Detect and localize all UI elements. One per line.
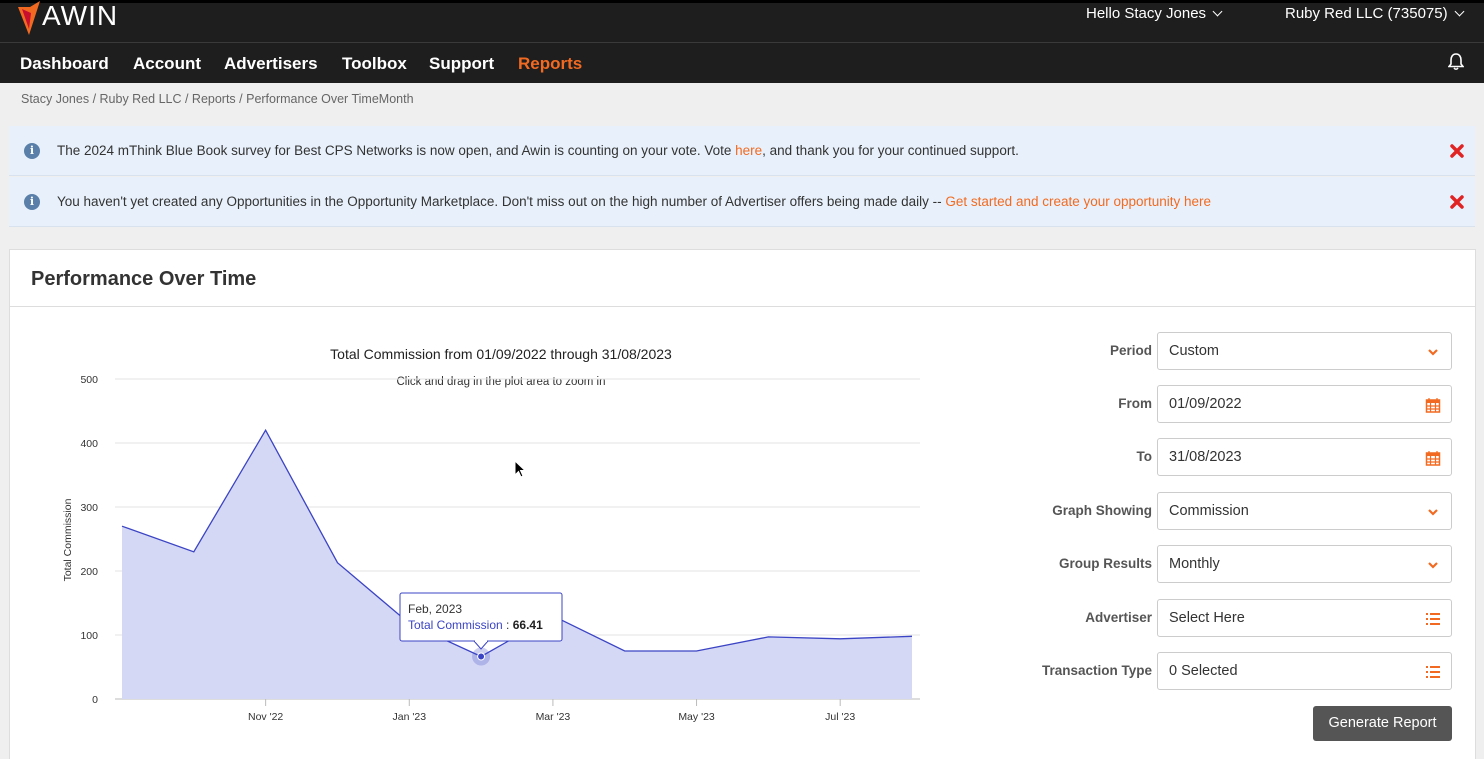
group-results-label: Group Results	[1058, 556, 1152, 571]
close-icon[interactable]	[1449, 143, 1465, 159]
generate-report-button[interactable]: Generate Report	[1313, 706, 1452, 741]
tooltip-separator: :	[503, 618, 513, 632]
x-tick-label: Jan '23	[393, 711, 427, 723]
mouse-cursor-icon	[514, 460, 527, 478]
from-label: From	[1118, 396, 1152, 411]
graph-showing-row: Graph Showing Commission	[1030, 492, 1470, 530]
to-date-field[interactable]: 31/08/2023	[1157, 438, 1452, 476]
y-tick-label: 100	[80, 630, 98, 642]
y-tick-label: 300	[80, 502, 98, 514]
period-label: Period	[1109, 343, 1152, 358]
period-row: Period Custom	[1030, 332, 1470, 370]
group-results-value: Monthly	[1169, 556, 1220, 572]
close-icon[interactable]	[1449, 194, 1465, 210]
tooltip-series: Total Commission : 66.41	[408, 618, 543, 632]
x-tick-label: Jul '23	[825, 711, 855, 723]
period-select[interactable]: Custom	[1157, 332, 1452, 370]
y-tick-label: 500	[80, 374, 98, 386]
advertiser-value: Select Here	[1169, 610, 1245, 626]
group-results-row: Group Results Monthly	[1030, 545, 1470, 583]
transaction-type-label: Transaction Type	[1041, 663, 1152, 678]
y-tick-label: 400	[80, 438, 98, 450]
list-icon	[1426, 666, 1440, 678]
account-name: Ruby Red LLC (735075)	[1285, 5, 1448, 22]
x-tick-label: Nov '22	[248, 711, 283, 723]
chart-tooltip: Feb, 2023 Total Commission : 66.41	[399, 592, 563, 650]
transaction-type-row: Transaction Type 0 Selected	[1030, 652, 1470, 690]
advertiser-row: Advertiser Select Here	[1030, 599, 1470, 637]
to-row: To 31/08/2023	[1030, 438, 1470, 476]
to-date-value: 31/08/2023	[1169, 449, 1242, 465]
y-tick-label: 0	[92, 694, 98, 706]
advertiser-label: Advertiser	[1085, 610, 1152, 625]
chevron-down-icon	[1428, 509, 1438, 516]
graph-showing-label: Graph Showing	[1052, 503, 1152, 518]
tooltip-value: 66.41	[513, 618, 543, 632]
advertiser-select[interactable]: Select Here	[1157, 599, 1452, 637]
tooltip-series-name: Total Commission	[408, 618, 503, 632]
from-date-field[interactable]: 01/09/2022	[1157, 385, 1452, 423]
transaction-type-value: 0 Selected	[1169, 663, 1238, 679]
from-date-value: 01/09/2022	[1169, 396, 1242, 412]
calendar-icon[interactable]	[1425, 450, 1441, 466]
tooltip-box	[399, 592, 563, 642]
chart-title: Total Commission from 01/09/2022 through…	[330, 346, 672, 362]
bell-icon[interactable]	[1447, 53, 1465, 76]
user-menu[interactable]: Hello Stacy Jones	[1086, 5, 1223, 22]
x-tick-label: Mar '23	[536, 711, 571, 723]
commission-chart[interactable]: Total Commission from 01/09/2022 through…	[0, 0, 1000, 759]
period-value: Custom	[1169, 343, 1219, 359]
chevron-down-icon	[1454, 6, 1465, 17]
tooltip-pointer	[472, 640, 490, 650]
chevron-down-icon	[1212, 6, 1223, 17]
group-results-select[interactable]: Monthly	[1157, 545, 1452, 583]
y-axis-label: Total Commission	[62, 498, 74, 581]
user-greeting: Hello Stacy Jones	[1086, 5, 1207, 22]
transaction-type-select[interactable]: 0 Selected	[1157, 652, 1452, 690]
to-label: To	[1136, 449, 1153, 464]
calendar-icon[interactable]	[1425, 397, 1441, 413]
graph-showing-value: Commission	[1169, 503, 1249, 519]
x-tick-label: May '23	[678, 711, 715, 723]
chart-subtitle: Click and drag in the plot area to zoom …	[396, 376, 605, 388]
data-point-marker[interactable]	[477, 652, 486, 661]
tooltip-title: Feb, 2023	[408, 602, 462, 616]
chevron-down-icon	[1428, 562, 1438, 569]
account-menu[interactable]: Ruby Red LLC (735075)	[1285, 5, 1465, 22]
graph-showing-select[interactable]: Commission	[1157, 492, 1452, 530]
tooltip-pointer-mask	[475, 638, 487, 642]
from-row: From 01/09/2022	[1030, 385, 1470, 423]
chevron-down-icon	[1428, 349, 1438, 356]
y-tick-label: 200	[80, 566, 98, 578]
list-icon	[1426, 613, 1440, 625]
